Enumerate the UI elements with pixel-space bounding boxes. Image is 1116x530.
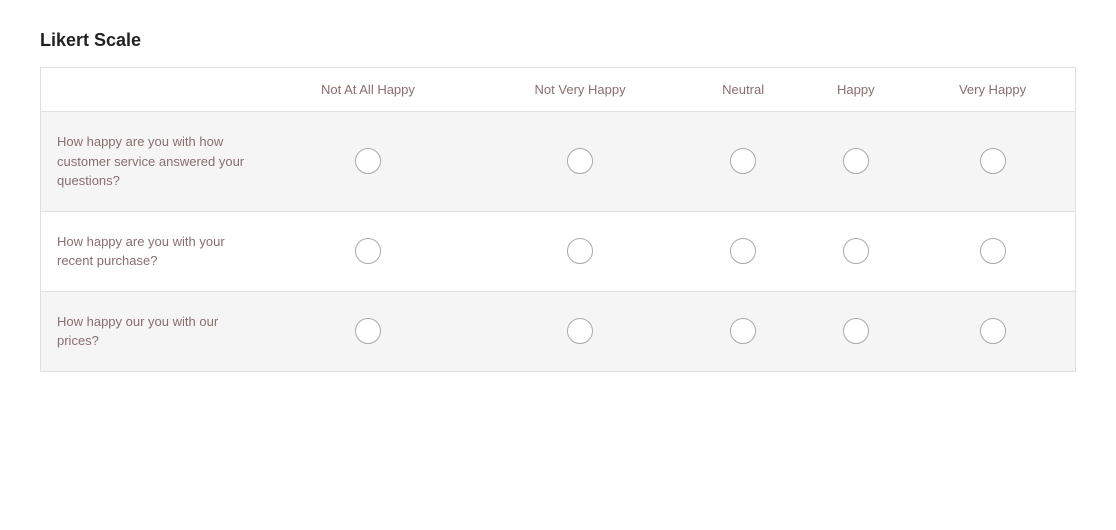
col-header-very-happy: Very Happy (910, 68, 1075, 112)
radio-neutral-2[interactable] (730, 318, 756, 344)
radio-very_happy-2[interactable] (980, 318, 1006, 344)
question-cell-0: How happy are you with how customer serv… (41, 112, 261, 212)
col-header-neutral: Neutral (685, 68, 802, 112)
table-row: How happy are you with how customer serv… (41, 112, 1076, 212)
radio-happy-0[interactable] (843, 148, 869, 174)
radio-cell-very_happy-2[interactable] (910, 291, 1075, 371)
radio-cell-not_at_all_happy-2[interactable] (261, 291, 476, 371)
radio-not_very_happy-2[interactable] (567, 318, 593, 344)
likert-scale-table: Not At All Happy Not Very Happy Neutral … (40, 67, 1076, 372)
radio-cell-neutral-2[interactable] (685, 291, 802, 371)
radio-cell-not_at_all_happy-0[interactable] (261, 112, 476, 212)
radio-cell-neutral-0[interactable] (685, 112, 802, 212)
radio-neutral-0[interactable] (730, 148, 756, 174)
table-row: How happy our you with our prices? (41, 291, 1076, 371)
radio-cell-very_happy-0[interactable] (910, 112, 1075, 212)
radio-cell-not_very_happy-1[interactable] (475, 211, 684, 291)
col-header-not-very-happy: Not Very Happy (475, 68, 684, 112)
radio-not_at_all_happy-2[interactable] (355, 318, 381, 344)
radio-very_happy-1[interactable] (980, 238, 1006, 264)
radio-cell-very_happy-1[interactable] (910, 211, 1075, 291)
col-header-not-at-all-happy: Not At All Happy (261, 68, 476, 112)
radio-cell-not_very_happy-2[interactable] (475, 291, 684, 371)
radio-not_very_happy-1[interactable] (567, 238, 593, 264)
radio-cell-neutral-1[interactable] (685, 211, 802, 291)
radio-cell-not_at_all_happy-1[interactable] (261, 211, 476, 291)
radio-cell-happy-2[interactable] (802, 291, 911, 371)
question-cell-1: How happy are you with your recent purch… (41, 211, 261, 291)
radio-not_at_all_happy-1[interactable] (355, 238, 381, 264)
radio-not_at_all_happy-0[interactable] (355, 148, 381, 174)
radio-happy-2[interactable] (843, 318, 869, 344)
radio-not_very_happy-0[interactable] (567, 148, 593, 174)
page-title: Likert Scale (40, 30, 1076, 51)
radio-neutral-1[interactable] (730, 238, 756, 264)
table-header-row: Not At All Happy Not Very Happy Neutral … (41, 68, 1076, 112)
radio-cell-happy-1[interactable] (802, 211, 911, 291)
radio-cell-not_very_happy-0[interactable] (475, 112, 684, 212)
table-row: How happy are you with your recent purch… (41, 211, 1076, 291)
col-header-happy: Happy (802, 68, 911, 112)
col-header-question (41, 68, 261, 112)
question-cell-2: How happy our you with our prices? (41, 291, 261, 371)
radio-cell-happy-0[interactable] (802, 112, 911, 212)
radio-happy-1[interactable] (843, 238, 869, 264)
radio-very_happy-0[interactable] (980, 148, 1006, 174)
